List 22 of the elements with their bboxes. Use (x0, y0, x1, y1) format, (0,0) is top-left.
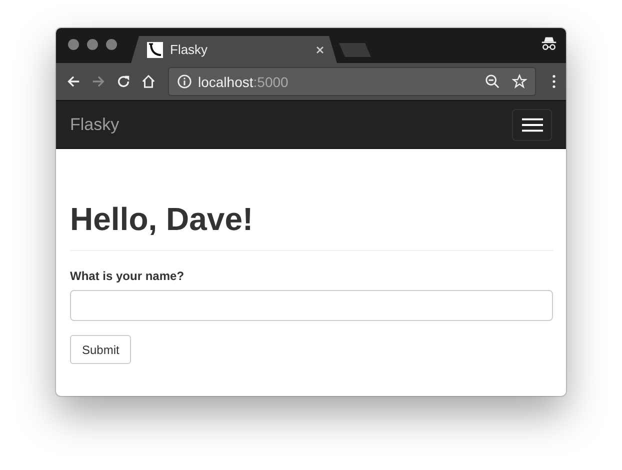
zoom-window-button[interactable] (106, 39, 117, 50)
home-icon[interactable] (141, 74, 156, 89)
incognito-icon[interactable] (541, 36, 557, 51)
zoom-out-icon[interactable] (485, 74, 500, 89)
menu-toggle-button[interactable] (512, 108, 552, 140)
browser-tab[interactable]: Flasky (131, 36, 337, 63)
submit-button[interactable]: Submit (70, 335, 132, 364)
close-window-button[interactable] (68, 39, 79, 50)
close-icon[interactable] (315, 44, 325, 54)
page-heading: Hello, Dave! (70, 202, 254, 238)
field-label: What is your name? (70, 269, 184, 284)
minimize-window-button[interactable] (87, 39, 98, 50)
brand-link[interactable]: Flasky (70, 114, 120, 134)
star-icon[interactable] (512, 74, 527, 89)
address-bar[interactable]: localhost:5000 (168, 67, 536, 96)
name-input-field[interactable] (70, 290, 553, 322)
more-menu-icon[interactable] (552, 74, 556, 89)
menu-icon (522, 116, 542, 132)
back-arrow-icon[interactable] (66, 74, 81, 89)
url-text: localhost:5000 (198, 74, 288, 90)
info-icon[interactable] (177, 74, 192, 89)
reload-icon[interactable] (116, 74, 131, 89)
